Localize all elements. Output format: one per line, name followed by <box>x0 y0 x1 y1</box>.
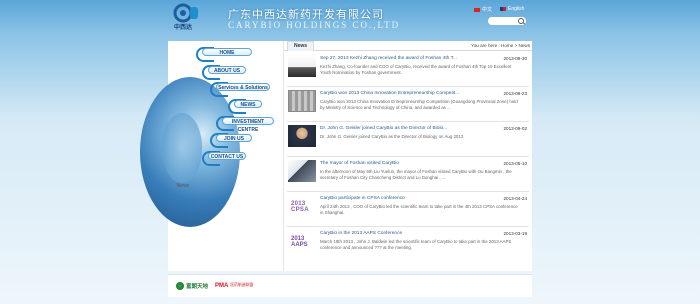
thumbnail-text: 2013 AAPS <box>291 236 308 248</box>
pma-logo-mark: PMA <box>215 282 229 289</box>
news-date: 2013-05-10 <box>503 161 528 166</box>
news-date: 2013-04-24 <box>503 196 528 201</box>
china-flag-icon <box>474 7 480 12</box>
pma-logo-link[interactable]: PMA 医药制造联盟 <box>215 281 253 290</box>
news-thumbnail[interactable]: 2013 AAPS <box>288 230 316 252</box>
left-news-label: News <box>176 183 190 189</box>
lang-english-label: English <box>508 6 525 12</box>
logo-text: 中西达 <box>174 24 193 31</box>
nav-services-label: Services & Solutions <box>216 83 270 91</box>
nav-news-label: NEWS <box>234 100 262 108</box>
main-content: News You are here : Home > News Sep 27, … <box>283 41 532 271</box>
nav-home-label: HOME <box>202 48 252 56</box>
uk-flag-icon <box>500 7 506 11</box>
search-input[interactable] <box>488 17 526 25</box>
news-item[interactable]: CaryBio won 2013 China Innovation Entrep… <box>287 87 529 122</box>
news-title[interactable]: CaryBio in the 2013 AAPS Conference <box>320 231 402 236</box>
news-summary: Dr. John G. Geisler joined CaryBio as th… <box>320 134 464 139</box>
news-date: 2013-09-23 <box>503 91 528 96</box>
news-thumbnail[interactable] <box>288 90 316 112</box>
news-item[interactable]: Dr. John G. Geisler joined CaryBio as th… <box>287 122 529 157</box>
news-thumbnail[interactable] <box>288 125 316 147</box>
news-thumbnail[interactable] <box>288 160 316 182</box>
company-name-en: CARYBIO HOLDINGS CO.,LTD <box>228 20 401 30</box>
news-item[interactable]: 2013 AAPS CaryBio in the 2013 AAPS Confe… <box>287 227 529 261</box>
nav-join-us-label: JOIN US <box>216 134 252 142</box>
left-news-heading[interactable]: › News <box>173 183 189 189</box>
partner-logo-link[interactable]: 富朗天地 <box>176 281 208 290</box>
nav-about-us-label: ABOUT US <box>208 66 246 74</box>
news-thumbnail[interactable] <box>288 55 316 77</box>
news-item[interactable]: Sep 27, 2013 Kezhi Zhang received the aw… <box>287 52 529 87</box>
tab-bar: News You are here : Home > News <box>284 41 532 51</box>
search-icon[interactable] <box>518 18 524 24</box>
news-date: 2013-09-30 <box>503 56 528 61</box>
news-summary: In the afternoon of May 9th,Liu Yuelun, … <box>320 169 512 180</box>
header: 中西达 广东中西达新药开发有限公司 CARYBIO HOLDINGS CO.,L… <box>168 0 532 39</box>
news-date: 2013-03-19 <box>503 231 528 236</box>
news-title[interactable]: Dr. John G. Geisler joined CaryBio as th… <box>320 126 447 131</box>
news-title[interactable]: Sep 27, 2013 Kezhi Zhang received the aw… <box>320 56 457 61</box>
nav-investment-label: INVESTMENT CENTRE <box>222 117 274 133</box>
news-title[interactable]: CaryBio won 2013 China Innovation Entrep… <box>320 91 459 96</box>
lang-english-link[interactable]: English <box>500 6 524 12</box>
page: 中西达 广东中西达新药开发有限公司 CARYBIO HOLDINGS CO.,L… <box>140 0 532 304</box>
news-summary: April 24th 2013 , COO of CaryBio led the… <box>320 204 518 215</box>
news-summary: CaryBio won 2013 China Innovation Entrep… <box>320 99 518 110</box>
news-thumbnail[interactable]: 2013 CPSA <box>288 195 316 217</box>
arrow-bullet-icon: › <box>173 183 175 189</box>
lang-chinese-link[interactable]: 中文 <box>474 6 492 13</box>
news-title[interactable]: CaryBio participate in CPSA conference <box>320 196 405 201</box>
lang-chinese-label: 中文 <box>482 7 493 13</box>
tab-news[interactable]: News <box>287 41 315 51</box>
partner-logo-text: 富朗天地 <box>186 283 209 290</box>
news-item[interactable]: 2013 CPSA CaryBio participate in CPSA co… <box>287 192 529 227</box>
news-item[interactable]: The mayor of Foshan visited CaryBio 2013… <box>287 157 529 192</box>
main-nav: HOME ABOUT US Services & Solutions NEWS … <box>168 41 283 176</box>
pma-logo-text: 医药制造联盟 <box>230 283 254 287</box>
news-date: 2013-09-02 <box>503 126 528 131</box>
left-column: HOME ABOUT US Services & Solutions NEWS … <box>140 41 283 271</box>
news-summary: March 18th 2013 , John J. Baldwin led th… <box>320 239 512 250</box>
news-title[interactable]: The mayor of Foshan visited CaryBio <box>320 161 399 166</box>
leaf-logo-icon <box>176 281 184 290</box>
footer: 富朗天地 PMA 医药制造联盟 <box>168 274 532 297</box>
thumbnail-text: 2013 CPSA <box>291 201 309 213</box>
nav-contact-us-label: CONTACT US <box>208 152 246 160</box>
breadcrumb: You are here : Home > News <box>471 43 530 48</box>
news-summary: Kezhi Zhang, Co-founder and COO of CaryB… <box>320 64 512 75</box>
